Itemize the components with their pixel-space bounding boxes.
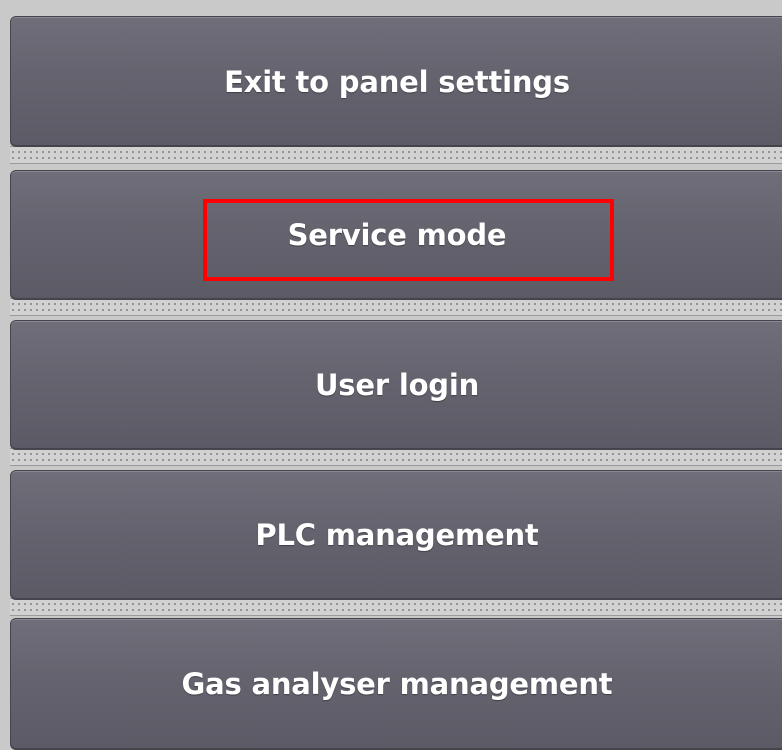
button-label: Service mode: [287, 218, 507, 252]
button-label: User login: [314, 368, 480, 402]
button-label: PLC management: [255, 518, 539, 552]
separator: [10, 598, 782, 616]
separator: [10, 298, 782, 316]
exit-to-panel-settings-button[interactable]: Exit to panel settings: [10, 16, 782, 147]
separator: [10, 146, 782, 164]
user-login-button[interactable]: User login: [10, 320, 782, 450]
plc-management-button[interactable]: PLC management: [10, 470, 782, 600]
gas-analyser-management-button[interactable]: Gas analyser management: [10, 618, 782, 750]
service-mode-button[interactable]: Service mode: [10, 170, 782, 300]
separator: [10, 448, 782, 466]
button-label: Gas analyser management: [181, 667, 613, 701]
button-label: Exit to panel settings: [224, 64, 570, 99]
